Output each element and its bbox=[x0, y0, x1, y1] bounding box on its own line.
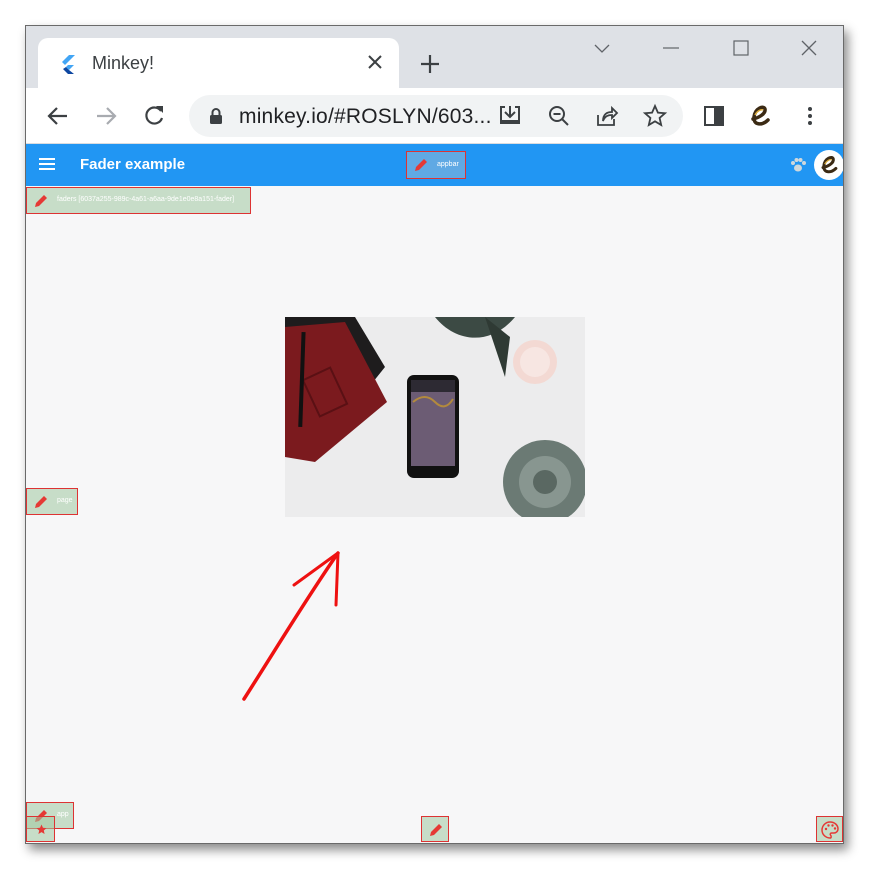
app-title: Fader example bbox=[80, 156, 186, 173]
extension-e-icon bbox=[821, 156, 838, 174]
appbar-edit-tag[interactable]: appbar bbox=[406, 151, 466, 179]
faders-edit-tag[interactable]: faders [6037a255-989c-4a61-a6aa-9de1e0e8… bbox=[26, 187, 251, 214]
tag-label: app bbox=[57, 811, 69, 818]
pencil-icon bbox=[415, 159, 427, 171]
tag-label: appbar bbox=[437, 161, 459, 168]
menu-icon[interactable] bbox=[39, 157, 55, 171]
tab-strip: Minkey! bbox=[26, 26, 843, 90]
pencil-icon bbox=[35, 195, 47, 207]
close-icon[interactable] bbox=[795, 36, 823, 60]
tab-minkey[interactable]: Minkey! bbox=[38, 38, 399, 90]
install-icon[interactable] bbox=[497, 103, 523, 129]
star-icon[interactable] bbox=[642, 103, 668, 129]
flutter-icon bbox=[62, 55, 75, 74]
page-edit-tag[interactable]: page bbox=[26, 488, 78, 515]
theme-button[interactable] bbox=[816, 816, 843, 842]
star-icon bbox=[36, 824, 47, 834]
minimize-icon[interactable] bbox=[657, 36, 685, 60]
lock-icon bbox=[210, 108, 222, 124]
extension-e-icon[interactable] bbox=[746, 102, 774, 130]
kebab-menu-icon[interactable] bbox=[796, 102, 824, 130]
annotation-arrow bbox=[242, 551, 340, 701]
address-bar[interactable]: minkey.io/#ROSLYN/603... bbox=[189, 95, 683, 137]
fader-image bbox=[285, 317, 585, 517]
pencil-icon bbox=[430, 824, 442, 836]
back-icon[interactable] bbox=[44, 102, 72, 130]
photo-illustration bbox=[285, 317, 585, 517]
edit-button[interactable] bbox=[421, 816, 449, 842]
reload-icon[interactable] bbox=[140, 102, 168, 130]
plus-icon[interactable] bbox=[416, 50, 444, 78]
close-icon[interactable] bbox=[363, 50, 387, 74]
forward-icon[interactable] bbox=[92, 102, 120, 130]
paw-icon[interactable] bbox=[789, 156, 807, 174]
appbar: Fader example appbar bbox=[26, 144, 843, 186]
app-viewport: Fader example appbar faders [6037a255-98… bbox=[26, 144, 843, 843]
tag-label: faders [6037a255-989c-4a61-a6aa-9de1e0e8… bbox=[57, 196, 235, 203]
pencil-icon bbox=[35, 496, 47, 508]
tag-label: page bbox=[57, 497, 73, 504]
share-icon[interactable] bbox=[594, 103, 620, 129]
favorite-tag[interactable] bbox=[26, 816, 55, 842]
tab-title: Minkey! bbox=[92, 53, 155, 73]
sidepanel-icon[interactable] bbox=[700, 102, 728, 130]
chevron-down-icon[interactable] bbox=[588, 36, 616, 60]
maximize-icon[interactable] bbox=[727, 36, 755, 60]
palette-icon bbox=[821, 821, 839, 839]
zoom-out-icon[interactable] bbox=[546, 103, 572, 129]
url-text: minkey.io/#ROSLYN/603... bbox=[239, 105, 492, 128]
logo-avatar[interactable] bbox=[814, 150, 843, 180]
browser-toolbar: minkey.io/#ROSLYN/603... bbox=[26, 88, 843, 144]
browser-window: Minkey! minkey.io/#ROSLYN/603... Fader e… bbox=[25, 25, 844, 844]
